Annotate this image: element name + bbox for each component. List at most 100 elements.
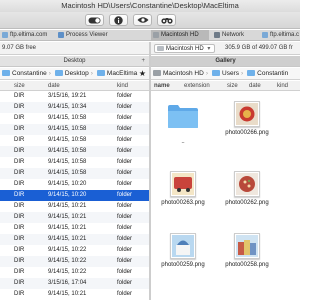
table-row[interactable]: DIR 9/14/15, 10:22 folder <box>0 267 149 278</box>
crumb-item[interactable]: Macintosh HD <box>153 68 204 79</box>
row-kind: folder <box>117 148 133 154</box>
window-title: Macintosh HD\Users\Constantine\Desktop\M… <box>61 1 239 10</box>
row-date: 9/14/15, 10:58 <box>48 115 87 121</box>
crumb-item[interactable]: MacEltima <box>96 68 137 79</box>
folder-icon <box>54 70 63 76</box>
tab-network[interactable]: Network <box>212 30 258 41</box>
chevron-right-icon: › <box>240 70 244 77</box>
window-title-bar: Macintosh HD\Users\Constantine\Desktop\M… <box>0 0 300 12</box>
row-size: DIR <box>14 126 25 132</box>
left-free-space: 9.07 GB free <box>2 45 37 51</box>
tab-ftp-eltima-2[interactable]: ftp.eltima.c <box>260 30 300 41</box>
row-size: DIR <box>14 192 25 198</box>
column-kind[interactable]: kind <box>277 81 288 91</box>
column-date[interactable]: date <box>48 81 60 91</box>
eye-icon <box>137 17 148 23</box>
drive-selector[interactable]: Macintosh HD ▾ <box>154 44 216 53</box>
row-size: DIR <box>14 247 25 253</box>
table-row[interactable]: DIR 9/14/15, 10:58 folder <box>0 146 149 157</box>
table-row[interactable]: DIR 9/14/15, 10:58 folder <box>0 124 149 135</box>
search-button[interactable] <box>157 14 176 26</box>
drive-label: Macintosh HD <box>166 46 204 52</box>
table-row[interactable]: DIR 9/14/15, 10:58 folder <box>0 168 149 179</box>
row-size: DIR <box>14 159 25 165</box>
gallery-item[interactable]: photo00262.png <box>223 171 271 206</box>
table-row[interactable]: DIR 9/14/15, 10:58 folder <box>0 135 149 146</box>
quick-look-button[interactable] <box>133 14 152 26</box>
tab-label: ftp.eltima.c <box>270 32 300 38</box>
right-breadcrumb: Macintosh HD › Users › Constantin <box>151 68 300 80</box>
row-kind: folder <box>117 115 133 121</box>
crumb-item[interactable]: Constantine <box>2 68 47 79</box>
left-file-list[interactable]: DIR 3/15/16, 19:21 folder DIR 9/14/15, 10:34… <box>0 91 149 300</box>
column-extension[interactable]: extension <box>184 81 210 91</box>
column-size[interactable]: size <box>227 81 238 91</box>
gallery-label: photo00266.png <box>225 130 269 136</box>
row-size: DIR <box>14 181 25 187</box>
table-row[interactable]: DIR 9/14/15, 10:21 folder <box>0 201 149 212</box>
column-size[interactable]: size <box>14 81 25 91</box>
gallery-item[interactable]: photo00266.png <box>223 101 271 136</box>
ftp-icon <box>262 32 268 38</box>
column-date[interactable]: date <box>249 81 261 91</box>
row-size: DIR <box>14 269 25 275</box>
column-name[interactable]: name <box>154 81 170 91</box>
devices-bar: ftp.eltima.com Process Viewer Macintosh … <box>0 30 300 41</box>
row-size: DIR <box>14 291 25 297</box>
left-pane-tab[interactable]: Desktop + <box>0 56 149 67</box>
main-toolbar <box>0 12 300 29</box>
photo-thumbnail <box>234 101 260 127</box>
tab-label: Macintosh HD <box>161 32 199 38</box>
left-column-headers: size date kind <box>0 81 149 91</box>
row-date: 9/14/15, 10:58 <box>48 159 87 165</box>
photo-thumbnail <box>170 233 196 259</box>
crumb-item[interactable]: Desktop <box>54 68 89 79</box>
table-row[interactable]: DIR 9/14/15, 10:21 folder <box>0 234 149 245</box>
table-row[interactable]: DIR 3/15/16, 19:21 folder <box>0 91 149 102</box>
table-row[interactable]: DIR 9/14/15, 10:20 folder <box>0 190 149 201</box>
hard-drive-icon <box>153 32 159 38</box>
gallery-item-parent[interactable]: .. <box>159 103 207 145</box>
chevron-right-icon: › <box>90 70 93 77</box>
row-kind: folder <box>117 192 133 198</box>
chevron-right-icon: › <box>48 70 51 77</box>
crumb-item[interactable]: Constantin <box>247 68 288 79</box>
tab-label: Network <box>222 32 245 38</box>
right-column-headers: name extension size date kind <box>151 81 300 91</box>
gallery-item[interactable]: photo00258.png <box>223 233 271 268</box>
left-drive-bar: 9.07 GB free <box>0 42 149 55</box>
info-button[interactable] <box>109 14 128 26</box>
table-row[interactable]: DIR 9/14/15, 10:21 folder <box>0 212 149 223</box>
right-pane-tab[interactable]: Gallery <box>151 56 300 67</box>
table-row[interactable]: DIR 9/14/15, 10:20 folder <box>0 179 149 190</box>
row-kind: folder <box>117 291 133 297</box>
tab-macintosh-hd[interactable]: Macintosh HD <box>151 30 209 41</box>
table-row[interactable]: DIR 9/14/15, 10:22 folder <box>0 245 149 256</box>
table-row[interactable]: DIR 9/14/15, 10:58 folder <box>0 113 149 124</box>
column-kind[interactable]: kind <box>117 81 128 91</box>
row-size: DIR <box>14 104 25 110</box>
left-pane-title: Desktop <box>63 58 86 64</box>
tab-ftp-eltima[interactable]: ftp.eltima.com <box>0 30 53 41</box>
row-date: 3/15/16, 19:21 <box>48 93 87 99</box>
star-icon[interactable]: ★ <box>139 68 146 79</box>
row-size: DIR <box>14 115 25 121</box>
add-tab-icon[interactable]: + <box>141 56 145 67</box>
network-icon <box>214 32 220 38</box>
gallery-item[interactable]: photo00263.png <box>159 171 207 206</box>
table-row[interactable]: DIR 9/14/15, 10:21 folder <box>0 223 149 234</box>
table-row[interactable]: DIR 9/14/15, 10:58 folder <box>0 157 149 168</box>
left-breadcrumb: Constantine › Desktop › MacEltima ★ <box>0 68 149 80</box>
tab-process-viewer[interactable]: Process Viewer <box>56 30 146 41</box>
row-date: 9/14/15, 10:22 <box>48 269 87 275</box>
gallery-item[interactable]: photo00259.png <box>159 233 207 268</box>
row-size: DIR <box>14 214 25 220</box>
row-kind: folder <box>117 104 133 110</box>
toggle-hidden-button[interactable] <box>85 14 104 26</box>
table-row[interactable]: DIR 9/14/15, 10:22 folder <box>0 256 149 267</box>
table-row[interactable]: DIR 9/14/15, 10:34 folder <box>0 102 149 113</box>
crumb-item[interactable]: Users <box>212 68 239 79</box>
table-row[interactable]: DIR 9/14/15, 10:21 folder <box>0 289 149 300</box>
table-row[interactable]: DIR 3/15/16, 17:04 folder <box>0 278 149 289</box>
folder-icon <box>2 70 10 76</box>
